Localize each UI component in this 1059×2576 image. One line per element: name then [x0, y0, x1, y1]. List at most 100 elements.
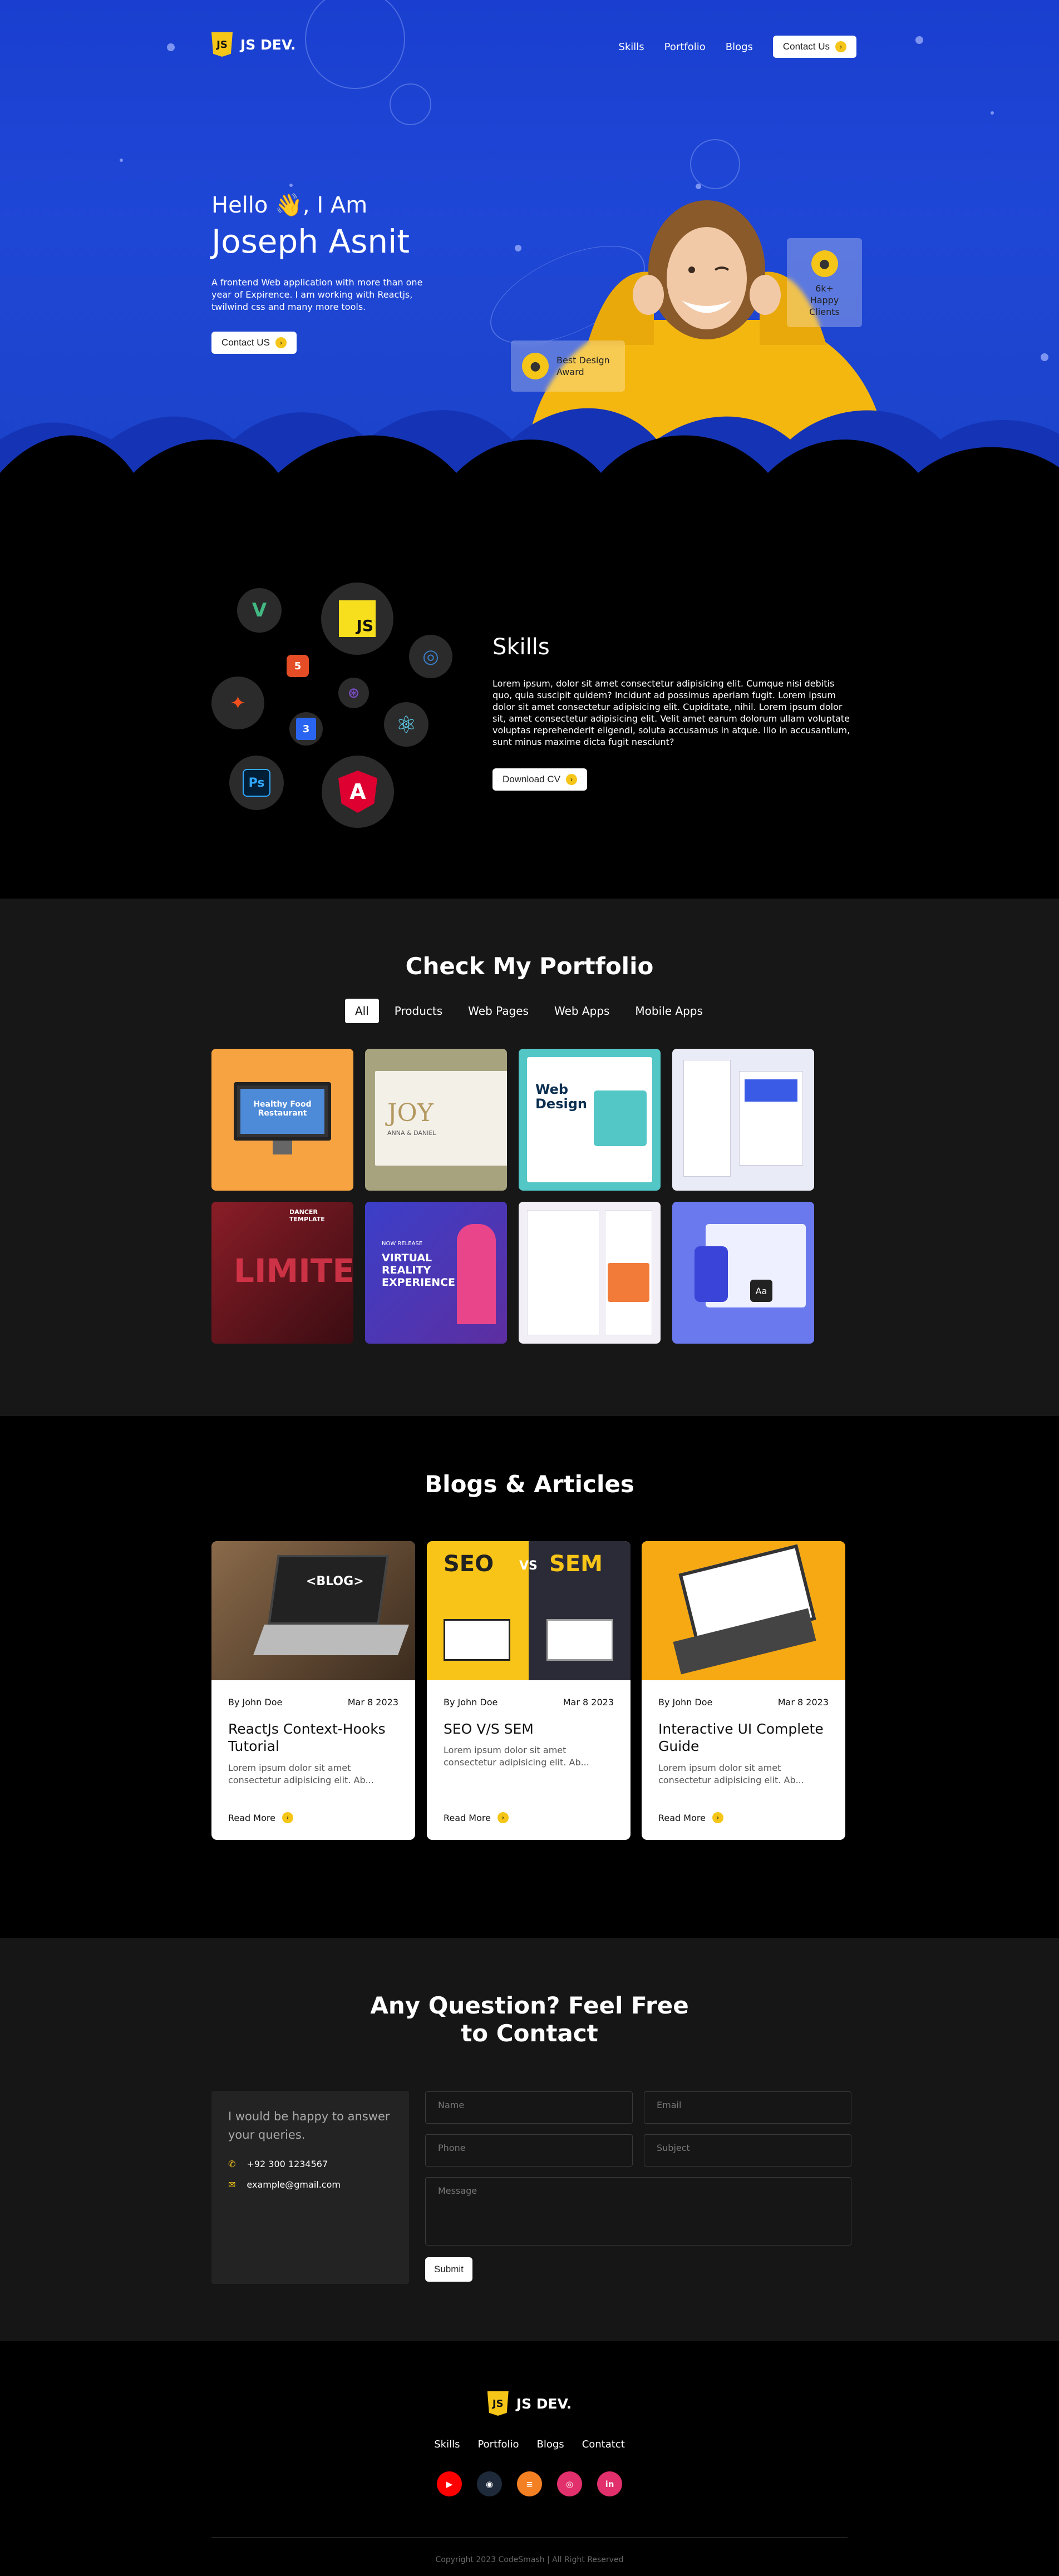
happy-clients-badge: ● 6k+ Happy Clients: [787, 238, 862, 327]
stackoverflow-icon[interactable]: ≡: [517, 2471, 542, 2496]
read-more-label: Read More: [228, 1812, 275, 1823]
planet-outline: [390, 83, 431, 125]
jquery-icon: ◎: [409, 635, 452, 678]
nav-skills[interactable]: Skills: [618, 41, 644, 53]
portfolio-item[interactable]: [519, 1202, 661, 1344]
hero-contact-label: Contact US: [221, 337, 270, 348]
arrow-right-icon: ›: [712, 1812, 723, 1823]
portfolio-item[interactable]: NOW RELEASE VIRTUAL REALITY EXPERIENCE: [365, 1202, 507, 1344]
portfolio-item-text: JOY: [387, 1099, 434, 1127]
tab-web-pages[interactable]: Web Pages: [458, 999, 539, 1023]
footer-logo[interactable]: JS JS DEV.: [487, 2391, 572, 2416]
planet-outline: [690, 139, 740, 189]
tab-products[interactable]: Products: [385, 999, 452, 1023]
portfolio-item-sub: NOW RELEASE: [382, 1241, 423, 1247]
blog-image: SEO VS SEM: [427, 1541, 631, 1680]
html5-icon: 5: [287, 655, 309, 677]
contact-info-card: I would be happy to answer your queries.…: [211, 2091, 409, 2284]
star-decoration: [120, 159, 123, 162]
blog-card[interactable]: By John Doe Mar 8 2023 Interactive UI Com…: [642, 1541, 845, 1840]
happy-clients-text: 6k+ Happy Clients: [809, 283, 840, 317]
tab-mobile-apps[interactable]: Mobile Apps: [625, 999, 712, 1023]
contact-us-button[interactable]: Contact Us ›: [772, 36, 856, 58]
github-icon[interactable]: ◉: [477, 2471, 502, 2496]
contact-phone[interactable]: +92 300 1234567: [247, 2159, 328, 2169]
download-cv-button[interactable]: Download CV ›: [492, 768, 587, 791]
blog-author: By John Doe: [444, 1697, 498, 1708]
angular-icon: A: [322, 756, 394, 828]
subject-field[interactable]: Subject: [644, 2134, 851, 2167]
linkedin-icon[interactable]: in: [597, 2471, 622, 2496]
blog-card[interactable]: SEO VS SEM By John Doe Mar 8 2023 SEO V/S…: [427, 1541, 631, 1840]
footer-nav-portfolio[interactable]: Portfolio: [477, 2439, 519, 2450]
blogs-title: Blogs & Articles: [425, 1470, 634, 1498]
tab-web-apps[interactable]: Web Apps: [544, 999, 619, 1023]
portfolio-item[interactable]: Healthy Food Restaurant: [211, 1049, 353, 1191]
nav-blogs[interactable]: Blogs: [726, 41, 753, 53]
blog-description: Lorem ipsum dolor sit amet consectetur a…: [228, 1763, 374, 1785]
hero-name: Joseph Asnit: [211, 223, 410, 260]
copyright-text: Copyright 2023 CodeSmash | All Right Res…: [435, 2555, 624, 2564]
star-decoration: [991, 111, 994, 115]
message-field[interactable]: Message: [425, 2177, 851, 2246]
blog-date: Mar 8 2023: [777, 1697, 829, 1708]
blog-author: By John Doe: [228, 1697, 283, 1708]
skills-description: Lorem ipsum, dolor sit amet consectetur …: [492, 678, 850, 747]
blog-card[interactable]: <BLOG> By John Doe Mar 8 2023 ReactJs Con…: [211, 1541, 415, 1840]
photoshop-icon: Ps: [229, 756, 284, 810]
portfolio-section: Check My Portfolio All Products Web Page…: [0, 899, 1059, 1416]
star-decoration: [1041, 353, 1048, 361]
submit-button[interactable]: Submit: [425, 2257, 472, 2282]
read-more-link[interactable]: Read More ›: [228, 1812, 293, 1823]
portfolio-item[interactable]: DANCER TEMPLATE LIMITE: [211, 1202, 353, 1344]
footer-nav-skills[interactable]: Skills: [434, 2439, 460, 2450]
logo[interactable]: JS JS DEV.: [211, 32, 295, 57]
portfolio-item[interactable]: Aa: [672, 1202, 814, 1344]
contact-title-line2: to Contact: [461, 2020, 598, 2047]
portfolio-item[interactable]: Web Design: [519, 1049, 661, 1191]
read-more-label: Read More: [444, 1812, 491, 1823]
award-icon: ●: [522, 353, 549, 379]
vue-icon: V: [237, 588, 282, 633]
contact-section: Any Question? Feel Free to Contact I wou…: [0, 1938, 1059, 2341]
read-more-link[interactable]: Read More ›: [444, 1812, 509, 1823]
portfolio-grid: Healthy Food Restaurant JOY ANNA & DANIE…: [211, 1049, 814, 1344]
portfolio-item-sub: DANCER TEMPLATE: [289, 1208, 325, 1223]
instagram-icon[interactable]: ◎: [557, 2471, 582, 2496]
javascript-icon-label: JS: [339, 600, 376, 637]
nav-portfolio[interactable]: Portfolio: [664, 41, 706, 53]
portfolio-item-text: LIMITE: [234, 1252, 353, 1290]
footer-nav: Skills Portfolio Blogs Contatct: [0, 2439, 1059, 2450]
hero-contact-button[interactable]: Contact US ›: [211, 332, 297, 354]
arrow-right-icon: ›: [565, 774, 577, 785]
design-award-badge: ● Best Design Award: [511, 340, 625, 392]
name-field[interactable]: Name: [425, 2091, 633, 2124]
footer-nav-blogs[interactable]: Blogs: [537, 2439, 564, 2450]
photoshop-icon-label: Ps: [243, 769, 270, 797]
hero-section: JS JS DEV. Skills Portfolio Blogs Contac…: [0, 0, 1059, 501]
top-nav: Skills Portfolio Blogs Contact Us ›: [618, 36, 856, 58]
portfolio-item-sub: ANNA & DANIEL: [387, 1129, 436, 1137]
blog-image: [642, 1541, 845, 1680]
arrow-right-icon: ›: [497, 1812, 509, 1823]
social-links: ▶ ◉ ≡ ◎ in: [0, 2471, 1059, 2496]
redux-icon: ⊛: [338, 678, 369, 708]
blog-image-vs: VS: [519, 1559, 538, 1573]
figma-icon: ✦: [211, 677, 264, 729]
blog-author: By John Doe: [658, 1697, 713, 1708]
skills-title: Skills: [492, 634, 550, 660]
portfolio-item[interactable]: JOY ANNA & DANIEL: [365, 1049, 507, 1191]
tab-all[interactable]: All: [345, 999, 379, 1023]
contact-us-label: Contact Us: [782, 41, 830, 52]
cloud-hills-divider: [0, 408, 1059, 501]
contact-email[interactable]: example@gmail.com: [247, 2179, 341, 2190]
read-more-link[interactable]: Read More ›: [658, 1812, 723, 1823]
footer-nav-contact[interactable]: Contatct: [582, 2439, 625, 2450]
phone-field[interactable]: Phone: [425, 2134, 633, 2167]
css3-icon: 3: [289, 712, 323, 746]
email-field[interactable]: Email: [644, 2091, 851, 2124]
youtube-icon[interactable]: ▶: [437, 2471, 462, 2496]
contact-title-line1: Any Question? Feel Free: [370, 1992, 689, 2019]
portfolio-item[interactable]: [672, 1049, 814, 1191]
blog-description: Lorem ipsum dolor sit amet consectetur a…: [658, 1763, 804, 1785]
